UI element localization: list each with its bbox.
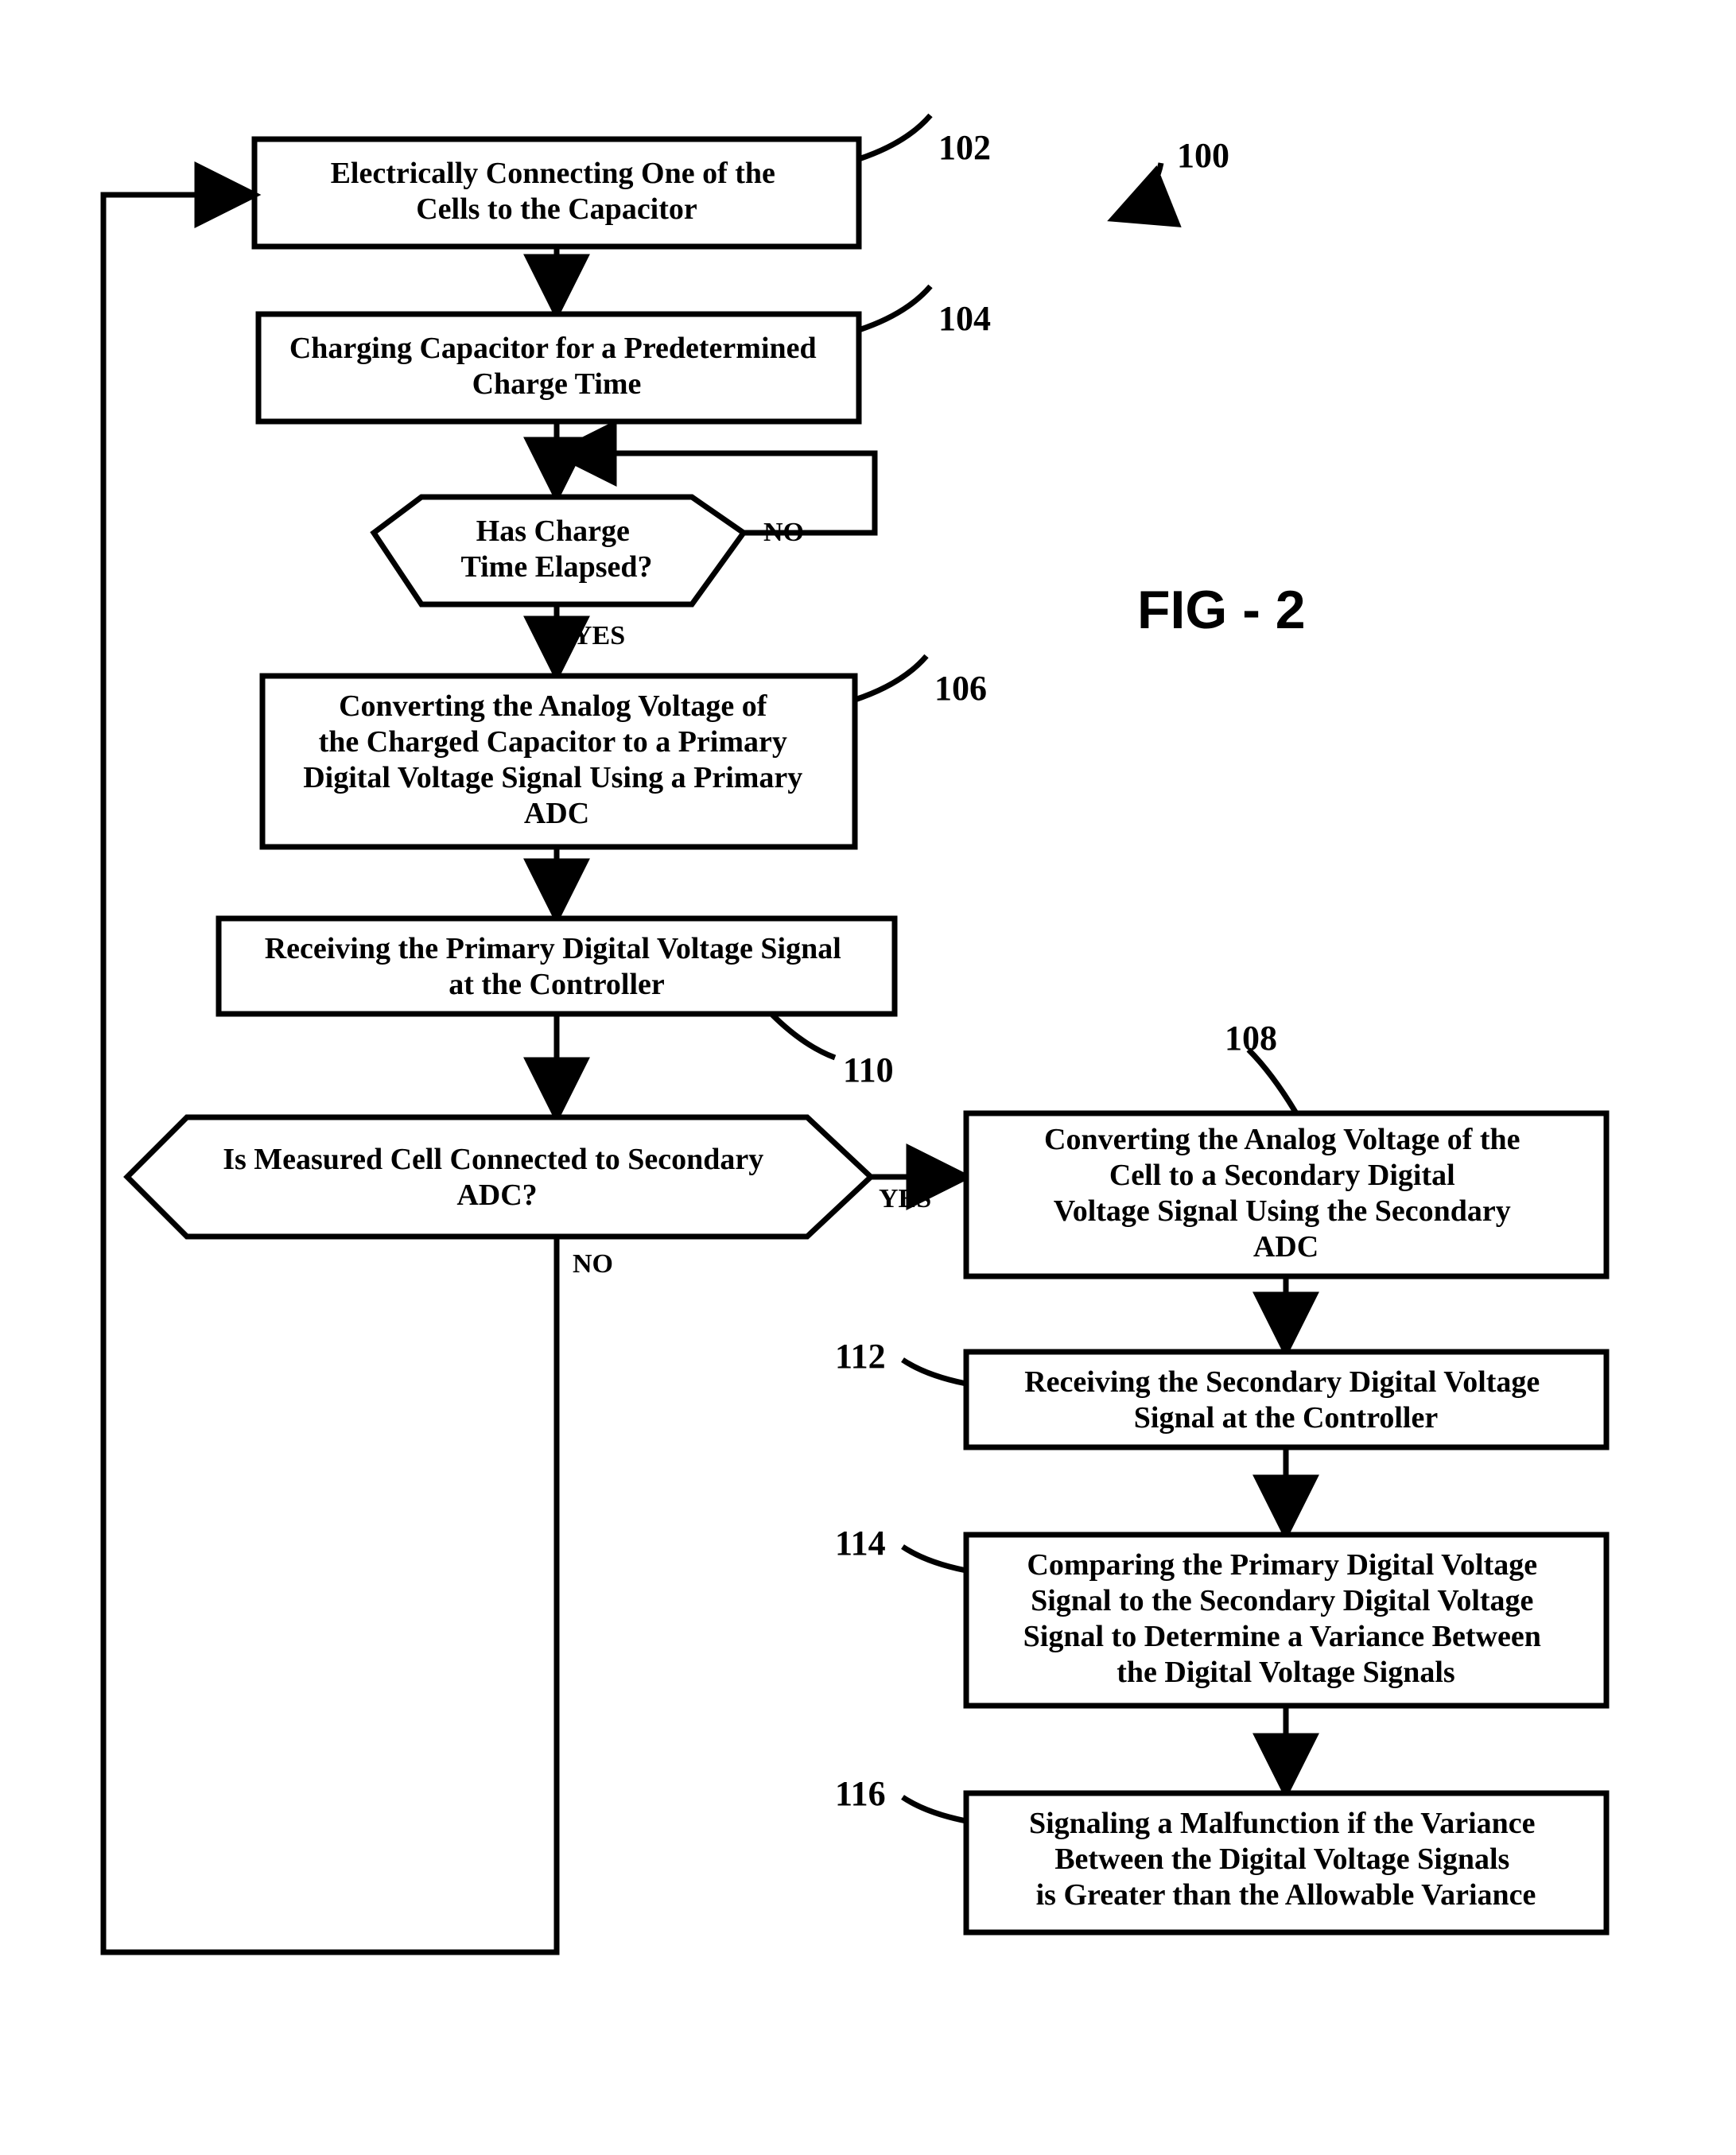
step-102: Electrically Connecting One of the Cells… <box>254 139 859 247</box>
decision-adc-yes-path: YES <box>871 1177 966 1213</box>
step-116-line2: Between the Digital Voltage Signals <box>1054 1842 1509 1876</box>
reference-102: 102 <box>859 115 991 167</box>
decision-adc-no-path: NO <box>103 195 613 1952</box>
step-108-line1: Converting the Analog Voltage of the <box>1044 1123 1520 1156</box>
figure-label: FIG - 2 <box>1137 580 1306 640</box>
decision-charge-line1: Has Charge <box>476 514 630 548</box>
step-114-line2: Signal to the Secondary Digital Voltage <box>1031 1584 1533 1617</box>
reference-114: 114 <box>835 1524 966 1571</box>
step-116: Signaling a Malfunction if the Variance … <box>966 1793 1606 1932</box>
step-114-line4: the Digital Voltage Signals <box>1117 1656 1454 1689</box>
reference-112-label: 112 <box>835 1337 886 1376</box>
reference-104: 104 <box>859 286 991 338</box>
reference-108: 108 <box>1225 1019 1296 1113</box>
reference-112: 112 <box>835 1337 966 1384</box>
step-108-line2: Cell to a Secondary Digital <box>1109 1159 1455 1192</box>
step-116-line1: Signaling a Malfunction if the Variance <box>1029 1807 1536 1840</box>
decision-adc-line1: Is Measured Cell Connected to Secondary <box>223 1143 763 1176</box>
reference-110-label: 110 <box>843 1050 894 1089</box>
decision-charge-yes-path: YES <box>557 604 625 676</box>
step-114: Comparing the Primary Digital Voltage Si… <box>966 1535 1606 1706</box>
decision-adc-no: NO <box>573 1249 613 1279</box>
step-110-line2: at the Controller <box>449 968 665 1001</box>
step-102-line2: Cells to the Capacitor <box>416 192 697 226</box>
decision-charge-line2: Time Elapsed? <box>460 550 652 584</box>
step-116-line3: is Greater than the Allowable Variance <box>1036 1878 1536 1912</box>
decision-adc-yes: YES <box>879 1184 931 1213</box>
decision-adc-line2: ADC? <box>456 1178 537 1212</box>
step-106-line4: ADC <box>524 797 589 830</box>
step-112: Receiving the Secondary Digital Voltage … <box>966 1352 1606 1447</box>
reference-116: 116 <box>835 1774 966 1821</box>
step-108-line3: Voltage Signal Using the Secondary <box>1054 1194 1511 1228</box>
step-102-line1: Electrically Connecting One of the <box>331 157 775 190</box>
reference-100-label: 100 <box>1177 136 1229 175</box>
step-112-line1: Receiving the Secondary Digital Voltage <box>1024 1365 1540 1399</box>
decision-charge-time: Has Charge Time Elapsed? <box>374 497 744 604</box>
step-108-line4: ADC <box>1253 1230 1319 1264</box>
step-104: Charging Capacitor for a Predetermined C… <box>258 314 859 421</box>
decision-secondary-adc: Is Measured Cell Connected to Secondary … <box>127 1117 871 1237</box>
step-106-line2: the Charged Capacitor to a Primary <box>319 725 787 759</box>
svg-text:Signaling a Malfunction if the: Signaling a Malfunction if the Variance … <box>1029 1807 1543 1912</box>
reference-102-label: 102 <box>938 128 991 167</box>
reference-116-label: 116 <box>835 1774 886 1813</box>
reference-106-label: 106 <box>934 669 987 708</box>
step-106-line3: Digital Voltage Signal Using a Primary <box>303 761 802 794</box>
reference-114-label: 114 <box>835 1524 886 1563</box>
step-104-line1: Charging Capacitor for a Predetermined <box>289 332 817 365</box>
reference-104-label: 104 <box>938 299 991 338</box>
step-110: Receiving the Primary Digital Voltage Si… <box>219 918 895 1014</box>
step-114-line1: Comparing the Primary Digital Voltage <box>1027 1548 1537 1582</box>
reference-108-label: 108 <box>1225 1019 1277 1058</box>
step-106: Converting the Analog Voltage of the Cha… <box>262 676 855 847</box>
reference-100: 100 <box>1113 136 1229 219</box>
step-112-line2: Signal at the Controller <box>1134 1401 1439 1435</box>
step-110-line1: Receiving the Primary Digital Voltage Si… <box>265 932 841 965</box>
step-106-line1: Converting the Analog Voltage of <box>339 689 768 723</box>
reference-106: 106 <box>855 656 987 708</box>
decision-charge-yes: YES <box>573 621 625 650</box>
step-114-line3: Signal to Determine a Variance Between <box>1023 1620 1541 1653</box>
reference-110: 110 <box>771 1014 894 1089</box>
step-104-line2: Charge Time <box>472 367 642 401</box>
step-108: Converting the Analog Voltage of the Cel… <box>966 1113 1606 1276</box>
